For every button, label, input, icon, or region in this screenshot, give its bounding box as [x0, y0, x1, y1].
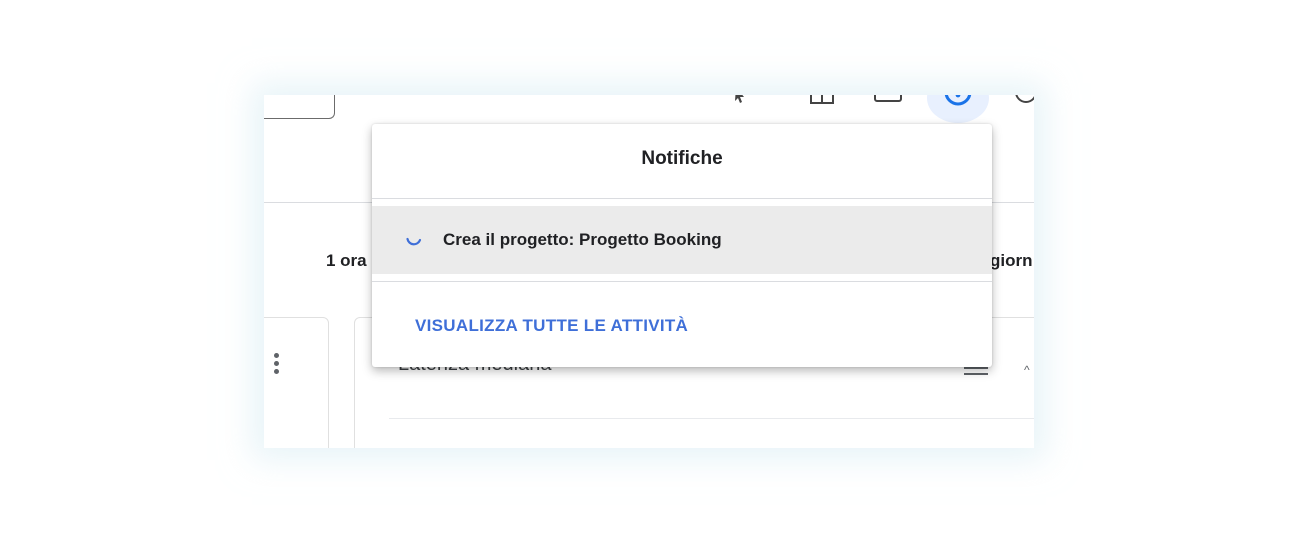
notifications-button[interactable]: [927, 95, 989, 123]
list-icon[interactable]: [964, 367, 988, 379]
view-all-activities-link[interactable]: VISUALIZZA TUTTE LE ATTIVITÀ: [415, 316, 688, 336]
more-vert-icon[interactable]: [274, 353, 280, 377]
panel-divider: [372, 281, 992, 282]
notifications-icon: [944, 95, 972, 106]
notifications-panel: Notifiche Crea il progetto: Progetto Boo…: [372, 124, 992, 367]
grid-icon[interactable]: [810, 95, 836, 105]
card-divider: [389, 418, 1034, 419]
search-input[interactable]: [264, 95, 335, 119]
notification-item[interactable]: Crea il progetto: Progetto Booking: [372, 206, 992, 274]
panel-divider: [372, 198, 992, 199]
terminal-icon[interactable]: [874, 95, 902, 103]
cursor-icon[interactable]: [734, 95, 748, 103]
time-range-days[interactable]: giorn: [990, 251, 1033, 271]
time-range-1h[interactable]: 1 ora: [326, 251, 367, 271]
loading-spinner-icon: [406, 237, 422, 246]
metric-card-left: [264, 317, 329, 448]
help-icon[interactable]: [1012, 95, 1034, 105]
panel-title: Notifiche: [641, 148, 723, 169]
notification-text: Crea il progetto: Progetto Booking: [443, 230, 722, 249]
chevron-icon[interactable]: ^: [1024, 363, 1034, 377]
